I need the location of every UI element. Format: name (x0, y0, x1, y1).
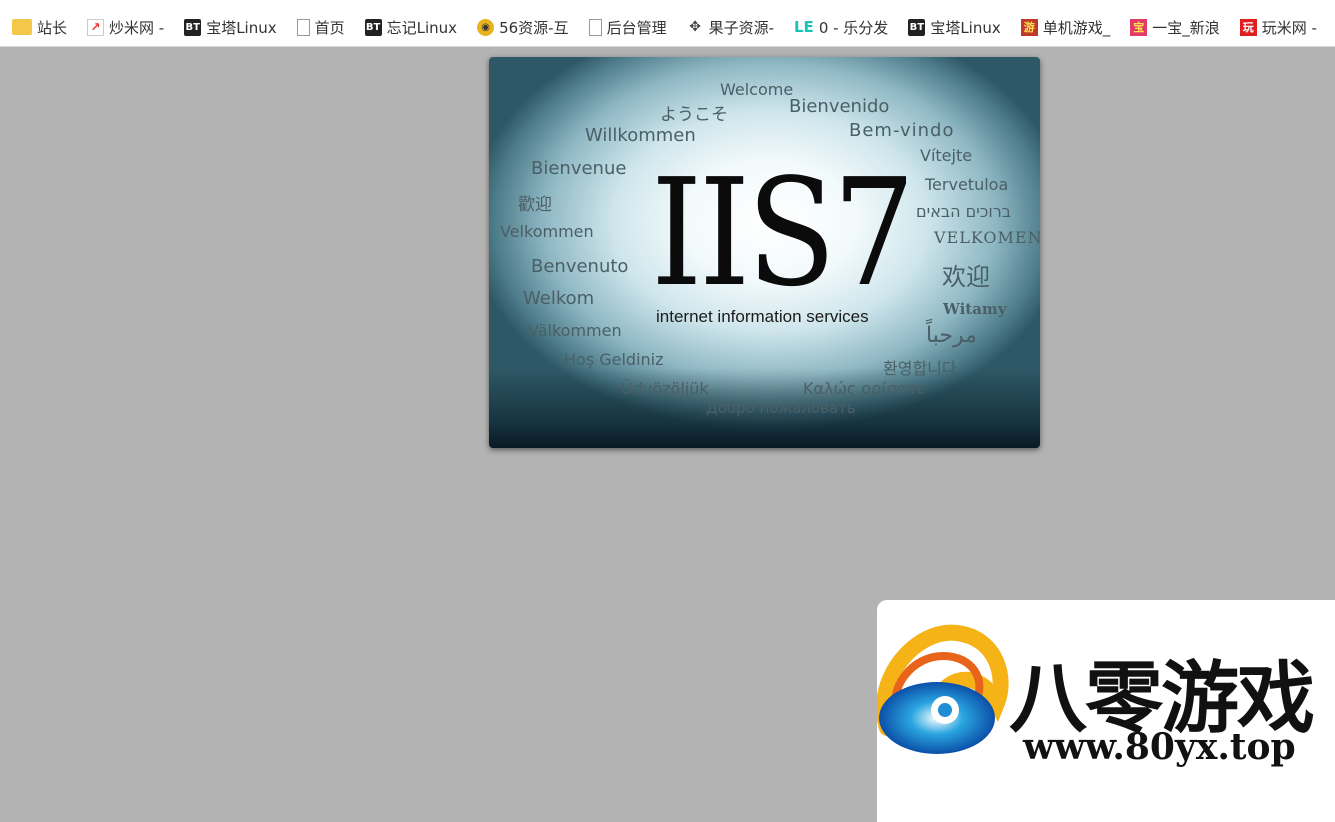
owl-icon: ◉ (477, 18, 495, 36)
welcome-word: Willkommen (585, 125, 696, 146)
bookmark-zhanzhang[interactable]: 站长 (12, 17, 67, 38)
bookmark-chaomi[interactable]: ↗ 炒米网 - (87, 17, 164, 38)
game-icon: 游 (1020, 18, 1038, 36)
welcome-word: Добро пожаловать (706, 399, 856, 417)
iis7-logo: IIS7 (651, 147, 915, 319)
bookmark-label: 果子资源- (708, 18, 774, 37)
bt-icon: BT (908, 18, 926, 36)
welcome-word: Welkom (523, 288, 595, 309)
welcome-word: Välkommen (528, 321, 622, 340)
bookmark-wangji-linux[interactable]: BT 忘记Linux (364, 17, 458, 38)
welcome-word: Bienvenido (789, 96, 890, 117)
welcome-word: Καλώς ορίσατε (803, 379, 926, 398)
site-watermark: 八零游戏 www.80yx.top (877, 600, 1335, 822)
watermark-url: www.80yx.top (1023, 726, 1296, 768)
bookmark-guozi[interactable]: ✥ 果子资源- (687, 17, 774, 38)
bookmark-baota-linux-2[interactable]: BT 宝塔Linux (908, 17, 1001, 38)
bookmark-label: 忘记Linux (386, 18, 458, 37)
bookmark-label: 单机游戏_ (1042, 18, 1111, 37)
bt-icon: BT (364, 18, 382, 36)
bookmark-label: 玩米网 - (1261, 18, 1317, 37)
bookmark-baota-linux[interactable]: BT 宝塔Linux (184, 17, 277, 38)
swirl-logo-icon (877, 624, 1009, 754)
welcome-word: 환영합니다 (883, 359, 957, 378)
welcome-word: 欢迎 (942, 263, 990, 291)
bookmark-lefenfa[interactable]: LE 0 - 乐分发 (794, 17, 888, 38)
welcome-word: Bienvenue (531, 158, 627, 179)
page-icon (296, 18, 310, 36)
welcome-word: Hoş Geldiniz (564, 350, 664, 369)
welcome-word: مرحباً (926, 323, 977, 348)
welcome-word: Welcome (720, 80, 794, 99)
bookmark-danji-youxi[interactable]: 游 单机游戏_ (1020, 17, 1111, 38)
iis7-welcome-image: Welcome ようこそ Bienvenido Willkommen Bem-v… (489, 57, 1040, 448)
welcome-word: ようこそ (660, 105, 728, 125)
bookmark-label: 炒米网 - (109, 18, 165, 37)
welcome-word: VELKOMEN (934, 228, 1040, 247)
bookmark-label: 首页 (314, 18, 345, 37)
welcome-word: Velkommen (500, 222, 594, 241)
game2-icon: 宝 (1130, 18, 1148, 36)
welcome-word: Tervetuloa (925, 175, 1009, 194)
welcome-word: Bem-vindo (849, 120, 955, 141)
welcome-word: Vítejte (920, 146, 973, 165)
welcome-word: Witamy (943, 300, 1007, 318)
iis7-tagline: internet information services (656, 307, 869, 326)
welcome-word: Benvenuto (531, 256, 629, 277)
bookmark-label: 后台管理 (606, 18, 667, 37)
bookmark-admin[interactable]: 后台管理 (588, 17, 667, 38)
bookmark-label: 宝塔Linux (930, 18, 1001, 37)
bookmark-home[interactable]: 首页 (296, 17, 345, 38)
bookmark-wanmi[interactable]: 玩 玩米网 - (1239, 17, 1317, 38)
bookmark-label: 0 - 乐分发 (818, 18, 889, 37)
bookmark-56ziyuan[interactable]: ◉ 56资源-互 (477, 17, 569, 38)
bookmark-label: 宝塔Linux (206, 18, 277, 37)
welcome-word: ברוכים הבאים (916, 202, 1011, 221)
bookmark-label: 站长 (37, 18, 68, 37)
welcome-word: 歡迎 (518, 195, 552, 215)
bookmark-label: 一宝_新浪 (1152, 18, 1220, 37)
dots-icon: ✥ (689, 19, 701, 35)
bt-icon: BT (184, 18, 202, 36)
page-icon (588, 18, 602, 36)
chart-icon: ↗ (87, 18, 105, 36)
bookmarks-bar: 站长 ↗ 炒米网 - BT 宝塔Linux 首页 BT 忘记Linux ◉ 56… (0, 0, 1335, 47)
le-icon: LE (794, 18, 814, 36)
welcome-word: Üdvözöljük (621, 379, 709, 398)
bookmark-label: 56资源-互 (499, 18, 569, 37)
bookmark-yibao[interactable]: 宝 一宝_新浪 (1130, 17, 1220, 38)
wan-icon: 玩 (1239, 18, 1257, 36)
folder-icon (12, 19, 32, 35)
